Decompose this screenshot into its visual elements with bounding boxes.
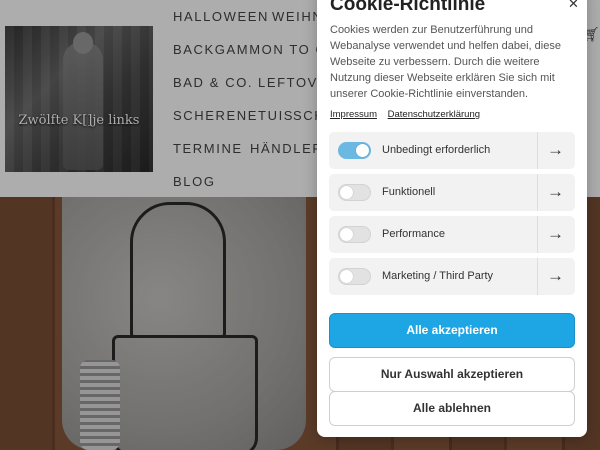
toggle-performance[interactable] — [338, 226, 371, 243]
cookie-dialog-title: Cookie-Richtlinie — [330, 0, 486, 15]
option-label-functional: Funktionell — [382, 186, 436, 198]
cookie-dialog: Cookie-Richtlinie ✕ Cookies werden zur B… — [317, 0, 587, 437]
option-divider — [537, 132, 538, 169]
arrow-right-icon[interactable]: → — [547, 182, 564, 202]
toggle-necessary[interactable] — [338, 142, 371, 159]
toggle-knob — [340, 186, 353, 199]
option-label-marketing: Marketing / Third Party — [382, 270, 494, 282]
arrow-right-icon[interactable]: → — [547, 140, 564, 160]
cookie-dialog-links: Impressum Datenschutzerklärung — [330, 109, 488, 120]
toggle-knob — [356, 144, 369, 157]
cookie-option-performance: Performance → — [329, 216, 575, 253]
option-divider — [537, 216, 538, 253]
option-label-necessary: Unbedingt erforderlich — [382, 144, 491, 156]
option-label-performance: Performance — [382, 228, 445, 240]
toggle-knob — [340, 270, 353, 283]
arrow-right-icon[interactable]: → — [547, 224, 564, 244]
accept-all-button[interactable]: Alle akzeptieren — [329, 313, 575, 348]
cookie-option-necessary: Unbedingt erforderlich → — [329, 132, 575, 169]
option-divider — [537, 258, 538, 295]
cookie-dialog-text: Cookies werden zur Benutzerführung und W… — [330, 24, 561, 100]
cookie-option-marketing: Marketing / Third Party → — [329, 258, 575, 295]
toggle-marketing[interactable] — [338, 268, 371, 285]
reject-all-button[interactable]: Alle ablehnen — [329, 391, 575, 426]
accept-selection-button[interactable]: Nur Auswahl akzeptieren — [329, 357, 575, 392]
impressum-link[interactable]: Impressum — [330, 109, 377, 120]
option-divider — [537, 174, 538, 211]
cookie-option-functional: Funktionell → — [329, 174, 575, 211]
toggle-functional[interactable] — [338, 184, 371, 201]
close-icon[interactable]: ✕ — [568, 0, 579, 12]
toggle-knob — [340, 228, 353, 241]
datenschutz-link[interactable]: Datenschutzerklärung — [388, 109, 480, 120]
arrow-right-icon[interactable]: → — [547, 266, 564, 286]
